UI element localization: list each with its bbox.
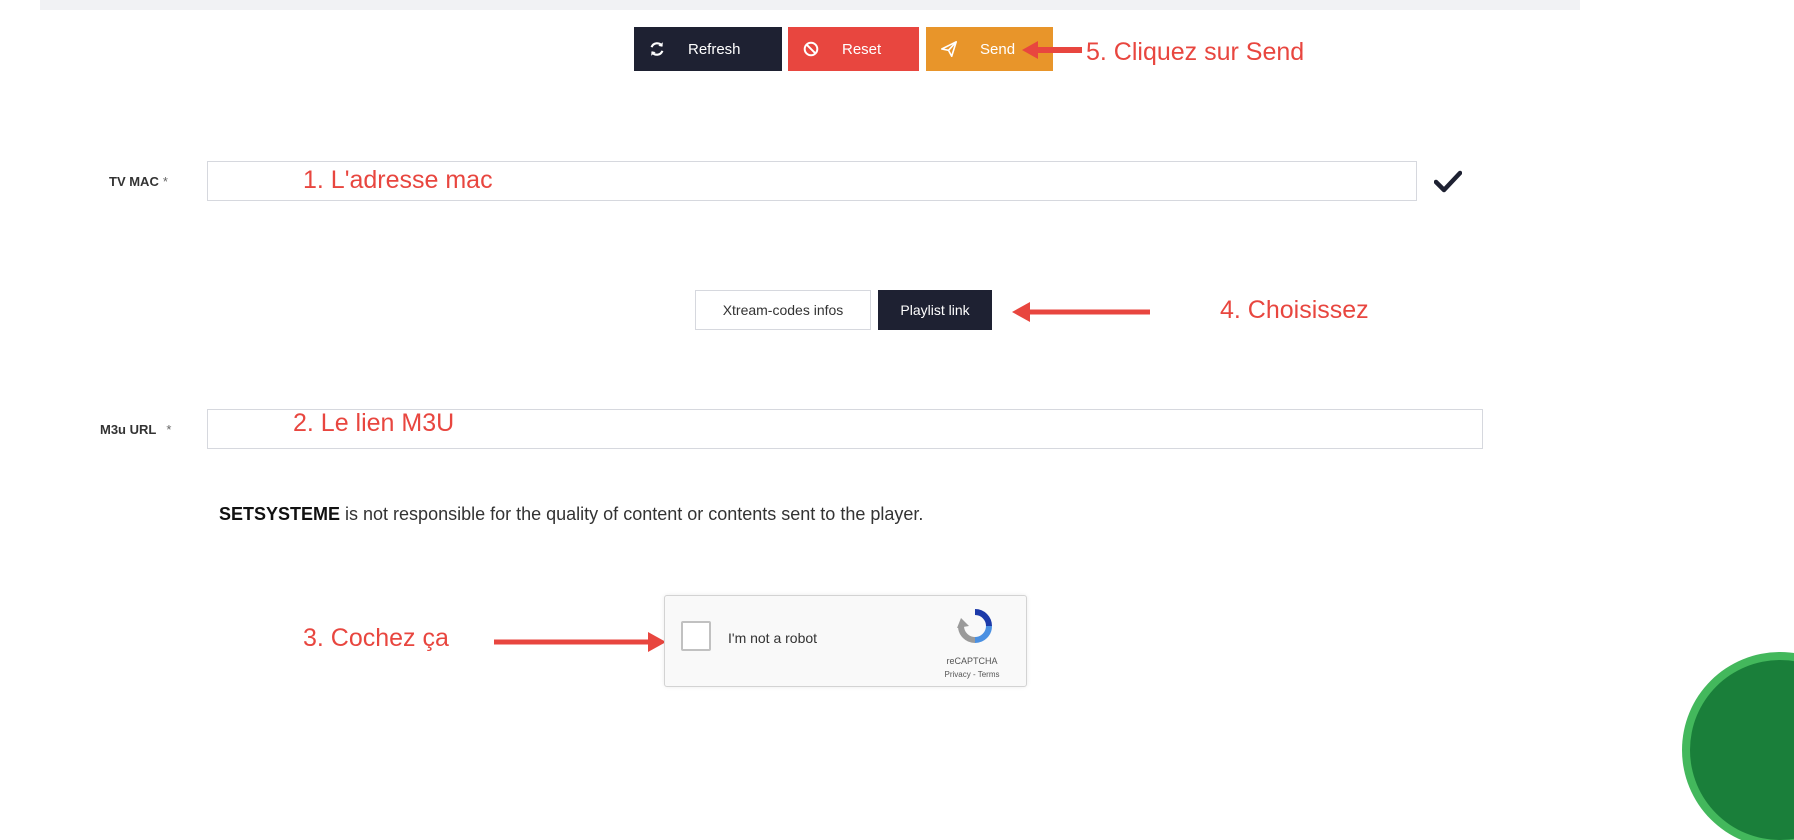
refresh-label: Refresh [688, 40, 741, 58]
paper-plane-icon [940, 40, 958, 58]
disclaimer: SETSYSTEME is not responsible for the qu… [219, 504, 923, 525]
refresh-button[interactable]: Refresh [634, 27, 782, 71]
annotation-step5: 5. Cliquez sur Send [1086, 38, 1305, 66]
corner-decoration [1690, 660, 1794, 840]
annotation-step2: 2. Le lien M3U [293, 409, 455, 437]
captcha-checkbox[interactable] [681, 621, 711, 651]
captcha-brand: reCAPTCHA [946, 656, 998, 666]
annotation-step4: 4. Choisissez [1220, 296, 1369, 324]
brand-name: SETSYSTEME [219, 504, 341, 524]
tvmac-label: TV MAC * [109, 174, 168, 189]
annotation-step1: 1. L'adresse mac [303, 166, 493, 194]
recaptcha-logo-icon [957, 609, 992, 643]
arrow-to-captcha-icon [494, 632, 666, 652]
annotation-step3: 3. Cochez ça [303, 624, 449, 652]
m3u-label: M3u URL * [100, 422, 171, 437]
captcha-label: I'm not a robot [728, 630, 818, 646]
arrow-to-send-icon [1022, 41, 1082, 59]
top-bar [40, 0, 1580, 10]
checkmark-icon [1434, 170, 1462, 193]
send-label: Send [980, 40, 1016, 58]
reset-label: Reset [842, 40, 882, 58]
tvmac-label-text: TV MAC [109, 174, 159, 189]
tab-playlist-link[interactable]: Playlist link [878, 290, 992, 330]
arrow-to-playlist-icon [1012, 302, 1150, 322]
reset-button[interactable]: Reset [788, 27, 919, 71]
refresh-icon [648, 40, 666, 58]
required-mark: * [166, 422, 172, 437]
tab-xtream-codes[interactable]: Xtream-codes infos [695, 290, 871, 330]
ban-icon [802, 40, 820, 58]
m3u-label-text: M3u URL [100, 422, 157, 437]
required-mark: * [162, 174, 168, 189]
disclaimer-text: is not responsible for the quality of co… [340, 504, 924, 524]
recaptcha-widget: I'm not a robot reCAPTCHA Privacy - Term… [664, 595, 1027, 687]
captcha-links[interactable]: Privacy - Terms [925, 670, 1019, 679]
